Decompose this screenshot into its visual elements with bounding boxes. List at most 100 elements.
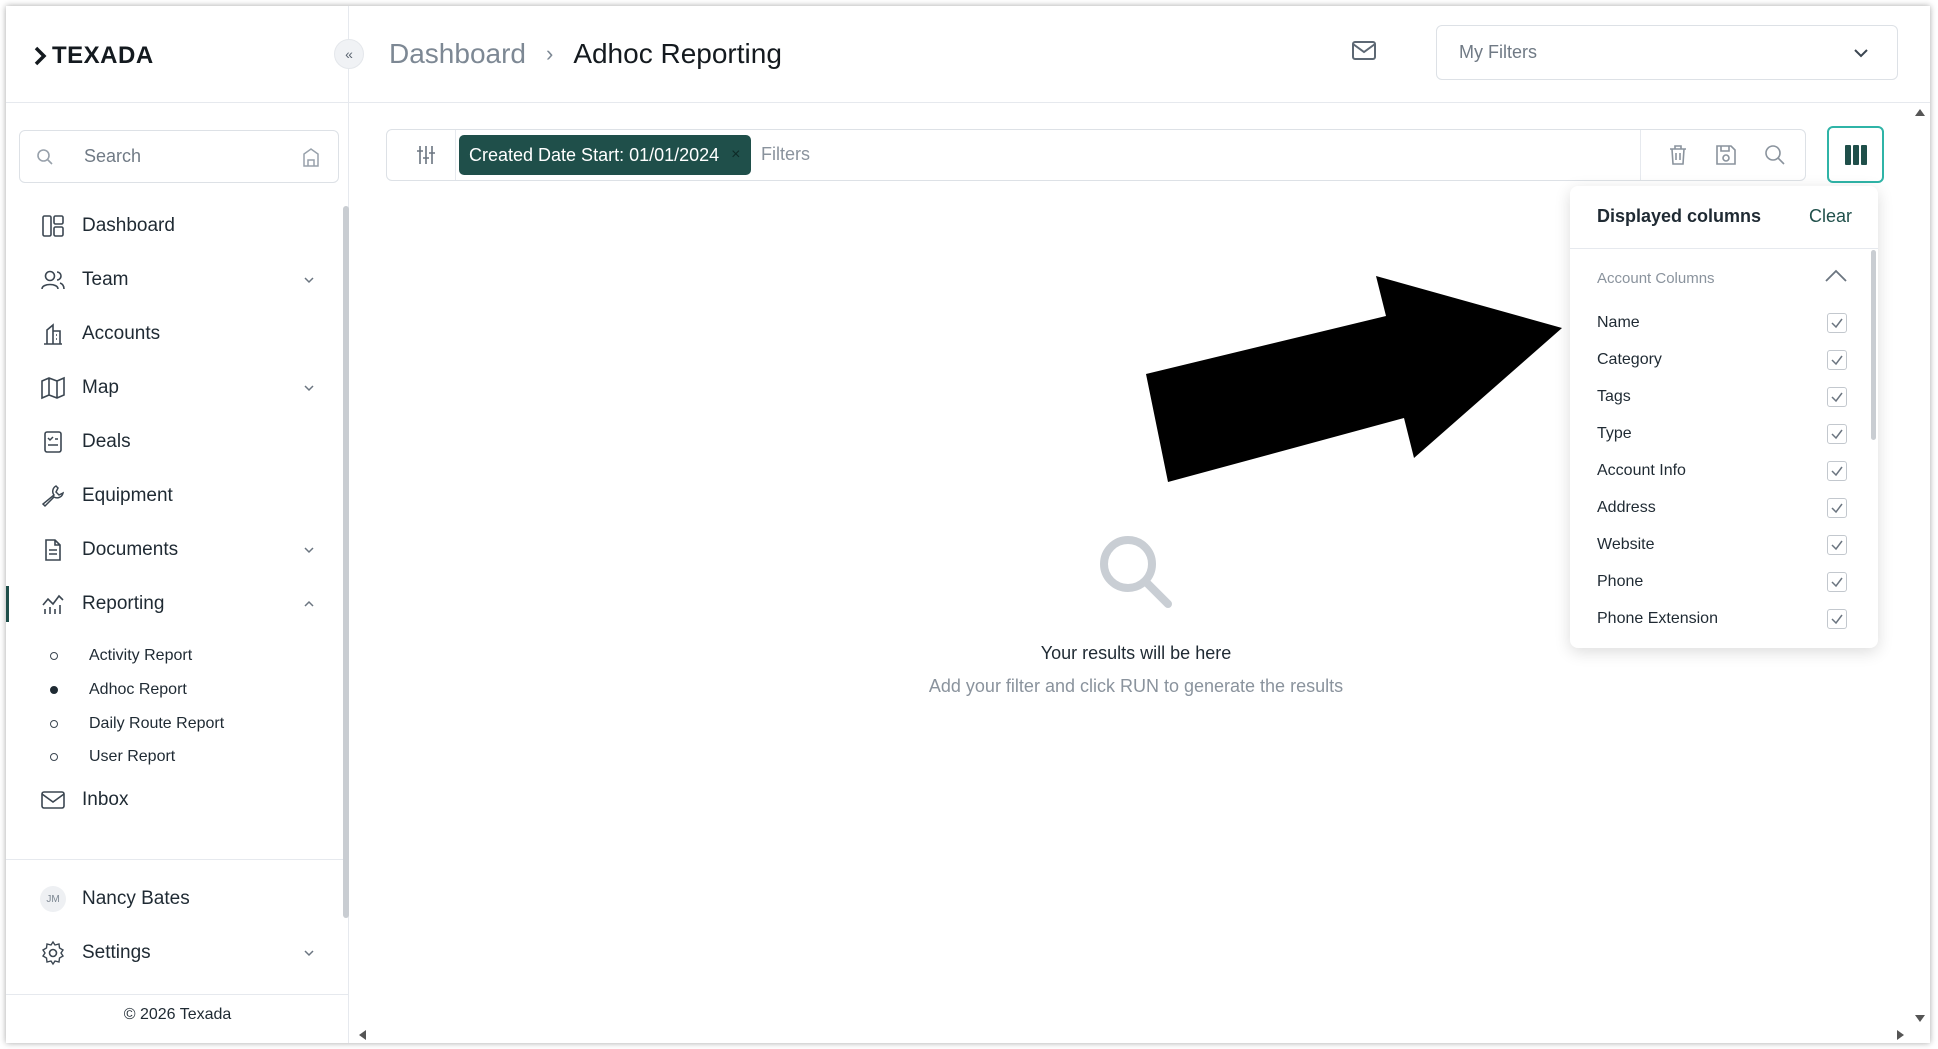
clear-button[interactable]: Clear bbox=[1809, 206, 1852, 227]
chevron-down-icon bbox=[304, 950, 314, 957]
column-option[interactable]: Type bbox=[1597, 419, 1847, 449]
check-icon bbox=[1831, 466, 1843, 477]
panel-scrollbar[interactable] bbox=[1871, 250, 1876, 440]
sidebar-subitem-user-report[interactable]: User Report bbox=[6, 740, 336, 774]
column-option[interactable]: Phone Extension bbox=[1597, 604, 1847, 634]
checkbox[interactable] bbox=[1827, 572, 1847, 592]
scroll-up-icon[interactable] bbox=[1915, 109, 1925, 116]
check-icon bbox=[1831, 577, 1843, 588]
column-option[interactable]: Tags bbox=[1597, 382, 1847, 412]
column-label: Address bbox=[1597, 499, 1656, 516]
adjustments-icon[interactable] bbox=[415, 144, 437, 166]
sidebar-item-inbox[interactable]: Inbox bbox=[6, 778, 336, 822]
bullet-icon bbox=[50, 753, 58, 761]
bullet-icon bbox=[50, 652, 58, 660]
sidebar-item-accounts[interactable]: Accounts bbox=[6, 312, 336, 356]
checkbox[interactable] bbox=[1827, 498, 1847, 518]
scroll-right-icon[interactable] bbox=[1897, 1030, 1904, 1040]
column-option[interactable]: Address bbox=[1597, 493, 1847, 523]
displayed-columns-panel: Displayed columns Clear Account Columns … bbox=[1570, 186, 1878, 648]
mail-icon[interactable] bbox=[1351, 40, 1377, 62]
empty-state: Your results will be here Add your filte… bbox=[806, 532, 1466, 697]
checkbox[interactable] bbox=[1827, 313, 1847, 333]
divider bbox=[455, 130, 456, 180]
chevron-up-icon bbox=[304, 600, 314, 607]
chevron-down-icon bbox=[304, 547, 314, 554]
window-vertical-scrollbar[interactable] bbox=[1912, 103, 1928, 1033]
sidebar-item-deals[interactable]: Deals bbox=[6, 420, 336, 464]
page-title: Adhoc Reporting bbox=[573, 38, 782, 69]
logo-text: TEXADA bbox=[52, 42, 154, 69]
annotation-arrow-icon bbox=[1146, 276, 1562, 482]
column-label: Website bbox=[1597, 536, 1655, 553]
sidebar-search-input[interactable]: Search bbox=[19, 130, 339, 183]
bullet-icon bbox=[50, 720, 58, 728]
collapse-sidebar-button[interactable]: « bbox=[334, 39, 364, 69]
header: Dashboard › Adhoc Reporting My Filters bbox=[349, 6, 1930, 103]
check-icon bbox=[1831, 614, 1843, 625]
chevron-down-icon bbox=[304, 385, 314, 392]
sidebar-scrollbar[interactable] bbox=[343, 206, 349, 918]
user-name: Nancy Bates bbox=[82, 888, 190, 909]
sidebar-item-dashboard[interactable]: Dashboard bbox=[6, 204, 336, 248]
column-label: Tags bbox=[1597, 388, 1631, 405]
checkbox[interactable] bbox=[1827, 424, 1847, 444]
sidebar-subitem-daily-route-report[interactable]: Daily Route Report bbox=[6, 707, 336, 741]
column-option[interactable]: Phone bbox=[1597, 567, 1847, 597]
column-label: Type bbox=[1597, 425, 1632, 442]
scroll-down-icon[interactable] bbox=[1915, 1015, 1925, 1022]
column-option[interactable]: Website bbox=[1597, 530, 1847, 560]
checkbox[interactable] bbox=[1827, 461, 1847, 481]
column-label: Name bbox=[1597, 314, 1640, 331]
team-icon bbox=[41, 270, 65, 290]
trash-icon[interactable] bbox=[1666, 143, 1690, 167]
building-filter-icon[interactable] bbox=[300, 146, 322, 168]
sidebar-subitem-activity-report[interactable]: Activity Report bbox=[6, 639, 336, 673]
sidebar-item-label: Settings bbox=[82, 942, 151, 963]
building-icon bbox=[44, 323, 62, 345]
breadcrumb: Dashboard › Adhoc Reporting bbox=[389, 38, 782, 70]
chevron-down-icon bbox=[1854, 49, 1868, 58]
checkbox[interactable] bbox=[1827, 535, 1847, 555]
filter-input[interactable]: Filters bbox=[761, 144, 810, 165]
dashboard-icon bbox=[42, 215, 64, 237]
columns-toggle-button[interactable] bbox=[1827, 126, 1884, 183]
gear-icon bbox=[42, 940, 64, 966]
empty-state-subtitle: Add your filter and click RUN to generat… bbox=[928, 676, 1344, 696]
sidebar-item-team[interactable]: Team bbox=[6, 258, 336, 302]
save-icon[interactable] bbox=[1714, 143, 1738, 167]
active-indicator bbox=[6, 586, 9, 622]
sidebar-item-label: Dashboard bbox=[82, 215, 175, 236]
empty-state-title: Your results will be here bbox=[1040, 643, 1232, 663]
window-horizontal-scrollbar[interactable] bbox=[349, 1028, 1912, 1042]
search-placeholder: Search bbox=[84, 146, 142, 166]
checkbox[interactable] bbox=[1827, 609, 1847, 629]
column-option[interactable]: Name bbox=[1597, 308, 1847, 338]
sidebar-user-profile[interactable]: JM Nancy Bates bbox=[6, 877, 336, 921]
breadcrumb-dashboard-link[interactable]: Dashboard bbox=[389, 38, 526, 70]
divider bbox=[1570, 248, 1878, 249]
sidebar-item-label: Accounts bbox=[82, 323, 161, 344]
column-option[interactable]: Account Info bbox=[1597, 456, 1847, 486]
logo[interactable]: TEXADA bbox=[34, 41, 154, 71]
sidebar-subitem-adhoc-report[interactable]: Adhoc Report bbox=[6, 673, 336, 707]
sidebar-item-label: Reporting bbox=[82, 593, 165, 614]
filter-chip[interactable]: Created Date Start: 01/01/2024 × bbox=[459, 135, 751, 175]
wrench-icon bbox=[41, 485, 65, 508]
column-option[interactable]: Category bbox=[1597, 345, 1847, 375]
sidebar-item-settings[interactable]: Settings bbox=[6, 931, 336, 975]
sidebar-item-equipment[interactable]: Equipment bbox=[6, 474, 336, 518]
sidebar: TEXADA Search Dashboard Team Accounts Ma… bbox=[6, 6, 349, 1043]
chevron-up-icon[interactable] bbox=[1824, 268, 1848, 284]
search-icon[interactable] bbox=[1763, 143, 1787, 167]
close-icon[interactable]: × bbox=[731, 146, 740, 164]
check-icon bbox=[1831, 540, 1843, 551]
sidebar-item-documents[interactable]: Documents bbox=[6, 528, 336, 572]
checkbox[interactable] bbox=[1827, 387, 1847, 407]
sidebar-item-reporting[interactable]: Reporting bbox=[6, 582, 336, 626]
sidebar-item-map[interactable]: Map bbox=[6, 366, 336, 410]
column-label: Category bbox=[1597, 351, 1662, 368]
scroll-left-icon[interactable] bbox=[359, 1030, 366, 1040]
my-filters-select[interactable]: My Filters bbox=[1436, 25, 1898, 80]
checkbox[interactable] bbox=[1827, 350, 1847, 370]
